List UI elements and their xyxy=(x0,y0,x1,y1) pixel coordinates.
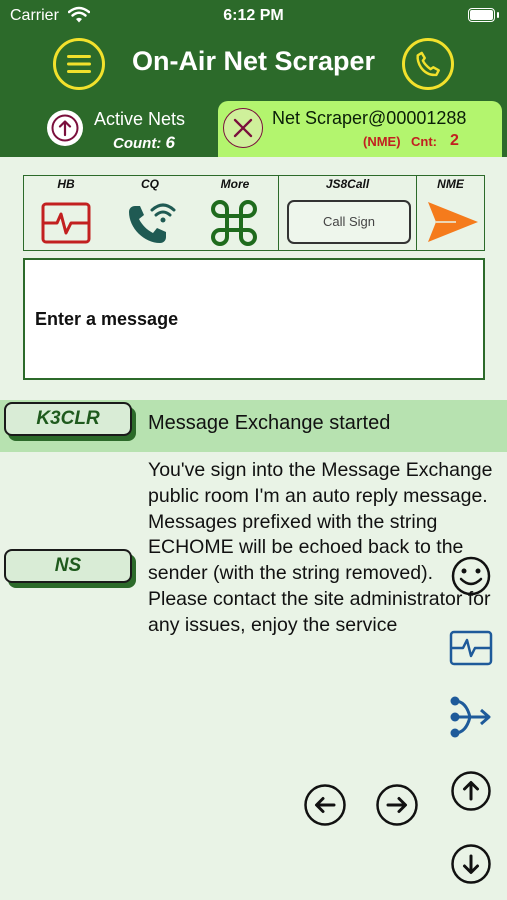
active-count: Count: 6 xyxy=(113,133,175,152)
send-icon xyxy=(428,202,478,242)
tab-net-scraper-label: Net Scraper@00001288 xyxy=(272,108,467,128)
scroll-up-icon[interactable] xyxy=(450,770,492,812)
message-placeholder: Enter a message xyxy=(35,309,179,329)
nme-label: NME xyxy=(437,177,464,191)
message-body: You've sign into the Message Exchange pu… xyxy=(148,459,493,636)
up-arrow-circle-icon xyxy=(47,110,83,146)
message-text: Message Exchange started xyxy=(148,412,391,434)
merge-arrow-icon[interactable] xyxy=(448,694,494,740)
phone-icon xyxy=(416,51,440,77)
cq-label: CQ xyxy=(141,177,159,191)
call-sign-input[interactable]: Call Sign xyxy=(287,200,411,244)
more-button[interactable]: More xyxy=(192,176,278,250)
call-button[interactable] xyxy=(402,38,454,90)
nme-send-button[interactable]: NME xyxy=(417,176,484,250)
next-arrow-icon[interactable] xyxy=(375,783,419,827)
heartbeat-icon[interactable] xyxy=(449,630,493,666)
js8call-section: JS8Call Call Sign xyxy=(279,176,416,250)
battery-icon xyxy=(468,8,499,22)
sender-button-ns[interactable]: NS xyxy=(4,549,132,583)
scroll-down-icon[interactable] xyxy=(450,843,492,885)
action-toolbar: HB CQ More JS8Call Call Sign NME xyxy=(23,175,485,251)
js8call-label: JS8Call xyxy=(325,177,370,191)
command-key-icon xyxy=(211,200,257,246)
message-input[interactable]: Enter a message xyxy=(23,258,485,380)
clock: 6:12 PM xyxy=(223,7,284,24)
header: Carrier 6:12 PM On-Air Net Scraper Activ… xyxy=(0,0,507,157)
cq-button[interactable]: CQ xyxy=(108,176,192,250)
heartbeat-icon xyxy=(41,202,91,244)
nme-tag: (NME) xyxy=(363,134,401,149)
tab-active-nets-label: Active Nets xyxy=(94,109,186,129)
phone-wifi-icon xyxy=(129,203,176,243)
tab-net-scraper[interactable]: Net Scraper@00001288 (NME) Cnt: 2 xyxy=(218,101,502,157)
more-label: More xyxy=(220,177,250,191)
hb-label: HB xyxy=(57,177,75,191)
previous-arrow-icon[interactable] xyxy=(303,783,347,827)
cnt-value: 2 xyxy=(450,132,459,149)
tab-active-nets[interactable]: Active Nets Count: 6 xyxy=(40,103,210,157)
hb-button[interactable]: HB xyxy=(24,176,108,250)
smiley-icon[interactable] xyxy=(450,555,492,597)
sender-button-k3clr[interactable]: K3CLR xyxy=(4,402,132,436)
cnt-label: Cnt: xyxy=(411,134,437,149)
status-bar: Carrier 6:12 PM xyxy=(0,6,507,26)
close-icon xyxy=(233,118,253,138)
close-tab-button[interactable] xyxy=(223,108,263,148)
